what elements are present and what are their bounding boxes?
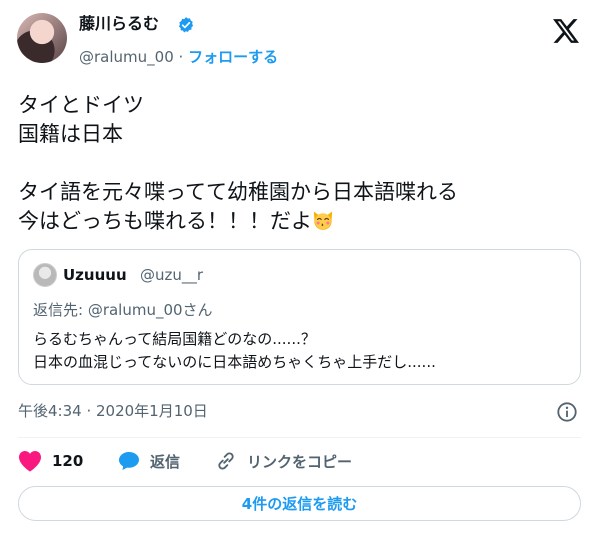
info-icon[interactable] xyxy=(556,401,578,423)
author-handle-row: @ralumu_00 · フォローする xyxy=(79,47,278,67)
reply-bubble-icon xyxy=(119,452,139,470)
quoted-author-handle: @uzu__r xyxy=(140,266,204,284)
like-button[interactable]: 120 xyxy=(18,449,83,473)
divider xyxy=(18,437,581,438)
quoted-author-avatar xyxy=(33,263,57,287)
heart-icon xyxy=(19,451,41,472)
follow-button[interactable]: フォローする xyxy=(188,48,278,66)
copy-link-label: リンクをコピー xyxy=(247,452,353,471)
separator: · xyxy=(178,48,184,66)
reply-button[interactable]: 返信 xyxy=(118,449,180,473)
tweet-body: タイとドイツ 国籍は日本 タイ語を元々喋ってて幼稚園から日本語喋れる 今はどっち… xyxy=(18,93,458,233)
verified-badge-icon xyxy=(178,17,194,33)
x-logo-icon[interactable] xyxy=(553,19,579,43)
reply-label: 返信 xyxy=(150,452,181,471)
link-icon xyxy=(218,452,234,470)
quoted-tweet-text: らるむちゃんって結局国籍どのなの......？ 日本の血混じってないのに日本語め… xyxy=(33,330,436,371)
kissing-cat-emoji-icon xyxy=(313,211,333,230)
tweet-text: タイとドイツ 国籍は日本 タイ語を元々喋ってて幼稚園から日本語喋れる 今はどっち… xyxy=(18,91,578,236)
author-name[interactable]: 藤川らるむ xyxy=(79,13,159,35)
quoted-tweet-card[interactable]: Uzuuuu @uzu__r 返信先: @ralumu_00さん らるむちゃんっ… xyxy=(18,249,581,385)
author-avatar[interactable] xyxy=(17,13,67,63)
copy-link-button[interactable]: リンクをコピー xyxy=(215,449,352,473)
quoted-author-name: Uzuuuu xyxy=(63,266,127,284)
author-handle[interactable]: @ralumu_00 xyxy=(79,48,174,66)
tweet-timestamp[interactable]: 午後4:34 · 2020年1月10日 xyxy=(18,401,208,421)
quoted-reply-to: 返信先: @ralumu_00さん xyxy=(33,301,213,319)
like-count: 120 xyxy=(52,452,84,470)
read-replies-button[interactable]: 4件の返信を読む xyxy=(18,486,581,521)
